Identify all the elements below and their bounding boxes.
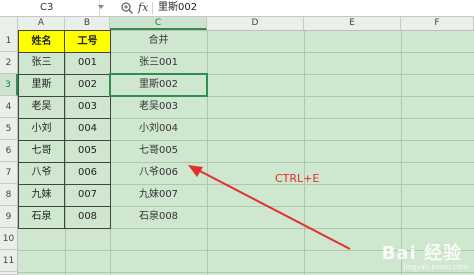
watermark-logo: Bai 经验 — [381, 243, 462, 264]
arrow-icon — [188, 165, 351, 250]
spreadsheet-grid[interactable]: A B C D E F 1 2 3 4 5 6 7 8 9 10 11 12 姓… — [0, 17, 474, 275]
fx-icon[interactable]: fx — [138, 0, 148, 16]
chevron-down-icon[interactable] — [98, 5, 104, 9]
formula-input[interactable]: 里斯002 — [158, 0, 197, 16]
watermark-url: jingyan.baidu.com — [403, 263, 468, 271]
name-box[interactable]: C3 — [0, 0, 100, 16]
formula-divider — [152, 2, 153, 14]
formula-bar: C3 fx 里斯002 — [0, 0, 474, 17]
zoom-icon[interactable] — [120, 1, 134, 15]
